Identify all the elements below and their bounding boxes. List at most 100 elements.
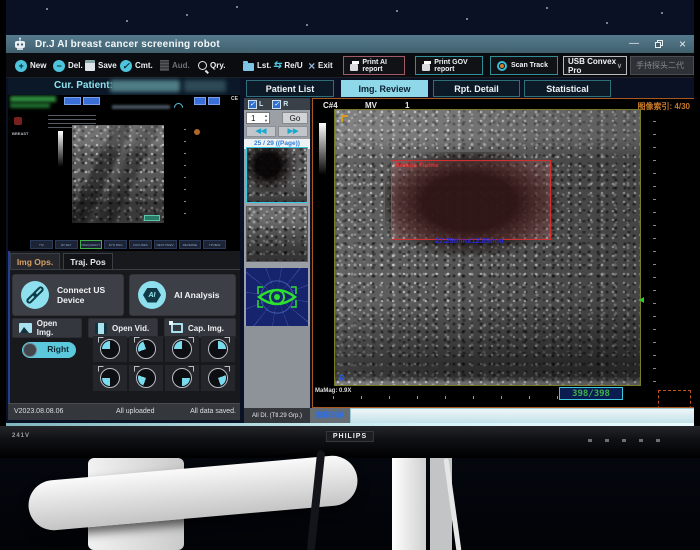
roi-dashed-rect xyxy=(658,390,691,408)
commit-button[interactable]: ✓Cmt. xyxy=(120,57,153,74)
quadrant-button-3[interactable] xyxy=(165,336,199,362)
image-browse-strip: ✓ L ✓ R 1 ▲▼ Go ◀◀ ▶▶ xyxy=(244,98,310,408)
side-filter-row: ✓ L ✓ R xyxy=(244,98,310,110)
us-button-blue xyxy=(194,97,206,105)
ai-vision-button[interactable] xyxy=(246,268,308,326)
go-button[interactable]: Go xyxy=(282,112,308,124)
left-checkbox-label: L xyxy=(259,101,263,108)
capture-image-button[interactable]: Cap. Img. xyxy=(164,318,236,338)
tab-patient-list[interactable]: Patient List xyxy=(246,80,334,97)
print-ai-report-button[interactable]: Print AI report xyxy=(343,56,405,75)
tab-divider xyxy=(8,269,240,270)
exit-button[interactable]: ×Exit xyxy=(308,57,333,74)
us-softkey: NEXT PREV xyxy=(154,240,177,249)
us-softkey: FREQUENCY xyxy=(80,240,103,249)
quadrant-button-2[interactable] xyxy=(129,336,163,362)
frame-counter: 398/398 xyxy=(559,387,623,400)
us-grayscale-bar xyxy=(58,131,63,167)
us-depth-ruler xyxy=(184,129,186,223)
upload-status: All uploaded xyxy=(116,404,155,420)
us-shading-overlay xyxy=(72,125,164,223)
minimize-button[interactable]: — xyxy=(629,35,639,53)
ai-icon: AI xyxy=(138,281,166,309)
tab-rpt-detail[interactable]: Rpt. Detail xyxy=(433,80,520,97)
monitor: Dr.J AI breast cancer screening robot — … xyxy=(0,0,700,458)
tab-img-ops[interactable]: Img Ops. xyxy=(10,253,60,269)
tab-traj-pos[interactable]: Traj. Pos xyxy=(63,253,113,269)
maximize-button[interactable] xyxy=(655,40,663,48)
toggle-label: Right xyxy=(47,344,69,354)
save-status: All data saved. xyxy=(190,404,236,420)
ce-mark: CE xyxy=(231,96,238,102)
left-panel: Cur. Patient: CE BRE xyxy=(8,78,240,420)
us-softkey: TPVIEW xyxy=(203,240,226,249)
redo-undo-button[interactable]: ⇆Re/U xyxy=(273,57,303,74)
prev-page-button[interactable]: ◀◀ xyxy=(246,126,276,137)
us-softkey-row: TSI 2D SET FREQUENCY DYN RNG FOCUSES NEX… xyxy=(30,240,226,249)
connect-us-device-button[interactable]: Connect US Device xyxy=(12,274,124,316)
screen: Dr.J AI breast cancer screening robot — … xyxy=(6,0,694,426)
magnification-label: MaMag: 0.9X xyxy=(315,388,351,394)
us-button-blue xyxy=(64,97,81,105)
open-image-button[interactable]: Open Img. xyxy=(12,318,82,338)
folder-icon xyxy=(243,63,254,71)
scan-track-button[interactable]: Scan Track xyxy=(490,56,558,75)
focus-marker-icon xyxy=(639,297,644,303)
plus-icon: + xyxy=(15,60,27,72)
save-icon xyxy=(85,60,95,71)
audit-button[interactable]: Aud. xyxy=(160,57,190,74)
us-patient-text-redacted xyxy=(10,96,56,102)
us-orange-marker xyxy=(194,129,200,135)
quadrant-button-7[interactable] xyxy=(165,365,199,391)
close-x-icon: × xyxy=(308,60,315,72)
quadrant-button-1[interactable] xyxy=(93,336,127,362)
next-page-button[interactable]: ▶▶ xyxy=(278,126,308,137)
ai-eye-icon xyxy=(255,280,299,314)
right-panel: Patient List Img. Review Rpt. Detail Sta… xyxy=(244,80,694,424)
mode-tab[interactable]: 图像浏览 xyxy=(310,408,350,424)
tab-img-review[interactable]: Img. Review xyxy=(341,80,428,97)
side-toggle[interactable]: Right xyxy=(22,342,76,358)
scrollbar-track[interactable] xyxy=(350,408,694,424)
query-button[interactable]: Qry. xyxy=(198,57,225,74)
lesion-size-label: 27.29mmx12.89mm xyxy=(435,236,503,245)
list-button[interactable]: Lst. xyxy=(243,57,271,74)
group-count-label: All DI. (Ttl.29 Grp.) xyxy=(244,408,310,424)
thumbnail[interactable] xyxy=(246,206,308,262)
window-title: Dr.J AI breast cancer screening robot xyxy=(35,39,220,50)
version-label: V2023.08.08.06 xyxy=(14,404,63,420)
monitor-bezel: 241V PHILIPS xyxy=(0,426,700,458)
close-button[interactable]: × xyxy=(679,35,686,53)
toggle-knob xyxy=(23,343,37,357)
new-button[interactable]: +New xyxy=(15,57,46,74)
quadrant-button-5[interactable] xyxy=(93,365,127,391)
probe-secondary-dropdown[interactable]: 手持探头二代 xyxy=(630,56,694,75)
check-icon: ✓ xyxy=(120,60,132,72)
printer-icon xyxy=(422,64,430,71)
us-button-blue xyxy=(208,97,220,105)
print-gov-report-button[interactable]: Print GOV report xyxy=(415,56,483,75)
lesion-classification-label: Benign Tumor xyxy=(395,162,439,169)
save-button[interactable]: Save xyxy=(85,57,117,74)
ai-analysis-button[interactable]: AI AI Analysis xyxy=(129,274,236,316)
quadrant-button-6[interactable] xyxy=(129,365,163,391)
us-datetime-redacted xyxy=(112,105,170,109)
viewer-footer: All DI. (Ttl.29 Grp.) 图像浏览 xyxy=(244,408,694,424)
quadrant-button-8[interactable] xyxy=(201,365,235,391)
probe-select-dropdown[interactable]: USB Convex Pro∨ xyxy=(563,56,627,75)
delete-button[interactable]: −Del. xyxy=(53,57,83,74)
page-number-input[interactable]: 1 ▲▼ xyxy=(246,112,270,124)
thumbnail-selected[interactable] xyxy=(246,147,308,203)
open-video-button[interactable]: Open Vid. xyxy=(88,318,158,338)
right-checkbox[interactable]: ✓ xyxy=(272,100,281,109)
capture-icon xyxy=(171,323,183,333)
patient-info-redacted xyxy=(110,80,180,92)
bezel-control-buttons[interactable] xyxy=(588,439,660,442)
current-patient-label: Cur. Patient: xyxy=(54,80,113,91)
left-checkbox[interactable]: ✓ xyxy=(248,100,257,109)
target-icon xyxy=(497,61,507,71)
tab-statistical[interactable]: Statistical xyxy=(524,80,611,97)
us-softkey: REVERSE xyxy=(179,240,202,249)
stepper-arrows[interactable]: ▲▼ xyxy=(264,113,268,123)
quadrant-button-4[interactable] xyxy=(201,336,235,362)
